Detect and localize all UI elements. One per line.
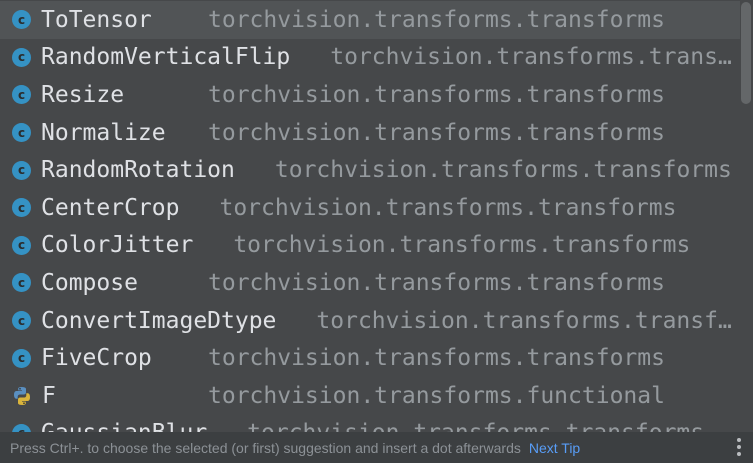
completion-item-name: Resize xyxy=(41,81,125,108)
footer-hint: Press Ctrl+. to choose the selected (or … xyxy=(10,439,521,456)
completion-item-name: FiveCrop xyxy=(41,345,152,372)
completion-item-location: torchvision.transforms.transforms xyxy=(208,345,665,372)
completion-item-location: torchvision.transforms.transforms xyxy=(316,307,734,334)
class-icon: c xyxy=(12,160,31,180)
completion-item[interactable]: c FiveCrop torchvision.transforms.transfor… xyxy=(0,339,740,377)
completion-item[interactable]: c ColorJitter torchvision.transforms.trans… xyxy=(0,227,740,265)
completion-item[interactable]: c Resize torchvision.transforms.transforms xyxy=(0,76,740,114)
completion-item[interactable]: c RandomRotation torchvision.transforms.tr… xyxy=(0,151,740,189)
completion-item[interactable]: c GaussianBlur torchvision.transforms.tran… xyxy=(0,415,740,432)
completion-item-location: torchvision.transforms.transforms xyxy=(219,194,677,221)
scrollbar[interactable] xyxy=(741,0,751,432)
scrollbar-thumb[interactable] xyxy=(741,2,751,104)
completion-item-location: torchvision.transforms.transforms xyxy=(274,157,732,184)
next-tip-link[interactable]: Next Tip xyxy=(529,440,580,456)
vertical-ellipsis-icon[interactable] xyxy=(737,438,741,458)
completion-item-location: torchvision.transforms.transforms xyxy=(208,6,665,33)
python-module-icon xyxy=(14,386,30,405)
completion-item-name: RandomVerticalFlip xyxy=(41,44,291,71)
class-icon: c xyxy=(12,311,31,331)
class-icon: c xyxy=(12,198,31,218)
completion-item[interactable]: c RandomVerticalFlip torchvision.transform… xyxy=(0,39,740,77)
completion-footer: Press Ctrl+. to choose the selected (or … xyxy=(0,432,753,463)
completion-item[interactable]: c Compose torchvision.transforms.transform… xyxy=(0,264,740,302)
completion-item-name: CenterCrop xyxy=(41,194,180,221)
class-icon: c xyxy=(12,423,31,432)
completion-item-name: F xyxy=(42,382,56,409)
class-icon: c xyxy=(12,235,31,255)
completion-item-location: torchvision.transforms.transforms xyxy=(208,81,665,108)
completion-item-location: torchvision.transforms.transforms xyxy=(208,269,665,296)
completion-item-location: torchvision.transforms.transforms xyxy=(247,420,734,432)
completion-item-location: torchvision.transforms.transforms xyxy=(208,119,665,146)
completion-list: c ToTensor torchvision.transforms.transfor… xyxy=(0,0,740,432)
class-icon: c xyxy=(12,47,31,67)
class-icon: c xyxy=(12,123,31,143)
completion-item[interactable]: c CenterCrop torchvision.transforms.transf… xyxy=(0,189,740,227)
completion-item[interactable]: c Normalize torchvision.transforms.transfo… xyxy=(0,114,740,152)
completion-item[interactable]: Ftorchvision.transforms.functional xyxy=(0,377,740,415)
completion-popup: c ToTensor torchvision.transforms.transfor… xyxy=(0,0,753,463)
completion-item[interactable]: c ConvertImageDtype torchvision.transforms… xyxy=(0,302,740,340)
completion-item-name: Compose xyxy=(41,269,138,296)
completion-item-location: torchvision.transforms.functional xyxy=(208,382,665,409)
completion-item-location: torchvision.transforms.transforms xyxy=(233,232,691,259)
completion-item-name: RandomRotation xyxy=(41,157,235,184)
completion-item-name: Normalize xyxy=(41,119,166,146)
class-icon: c xyxy=(12,273,31,293)
completion-item-name: ToTensor xyxy=(41,6,152,33)
class-icon: c xyxy=(12,10,31,30)
class-icon: c xyxy=(12,85,31,105)
completion-item[interactable]: c ToTensor torchvision.transforms.transfor… xyxy=(0,1,740,39)
completion-item-name: ConvertImageDtype xyxy=(41,307,277,334)
completion-item-name: ColorJitter xyxy=(41,232,194,259)
completion-item-name: GaussianBlur xyxy=(41,420,207,432)
class-icon: c xyxy=(12,348,31,368)
completion-item-location: torchvision.transforms.transforms xyxy=(330,44,734,71)
